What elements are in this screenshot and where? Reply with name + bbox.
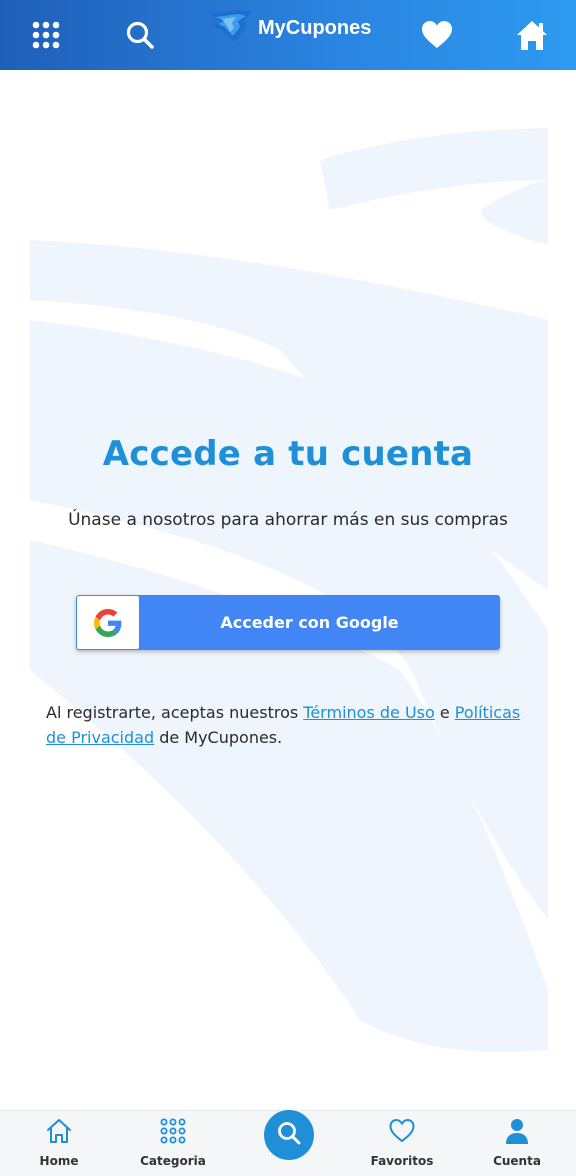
nav-cuenta[interactable]: Cuenta: [472, 1117, 562, 1173]
nav-search-button[interactable]: [264, 1110, 314, 1160]
nav-cuenta-label: Cuenta: [493, 1154, 541, 1168]
legal-suffix: de MyCupones.: [154, 728, 283, 747]
legal-prefix: Al registrarte, aceptas nuestros: [46, 703, 304, 722]
grid-menu-icon[interactable]: [21, 10, 71, 60]
terms-link[interactable]: Términos de Uso: [303, 703, 435, 722]
google-signin-label: Acceder con Google: [220, 613, 399, 632]
home-icon[interactable]: [507, 10, 557, 60]
search-icon: [276, 1120, 302, 1151]
nav-home[interactable]: Home: [14, 1117, 104, 1173]
nav-favoritos[interactable]: Favoritos: [357, 1117, 447, 1173]
nav-favoritos-label: Favoritos: [370, 1154, 434, 1168]
home-icon: [45, 1117, 73, 1150]
background-watermark: [30, 128, 548, 1052]
legal-connector: e: [434, 703, 455, 722]
brand[interactable]: MyCupones: [208, 8, 371, 48]
user-icon: [503, 1117, 531, 1150]
nav-home-label: Home: [39, 1154, 79, 1168]
heart-icon: [388, 1117, 416, 1150]
nav-categoria[interactable]: Categoria: [128, 1117, 218, 1173]
bottom-nav: Home Categoria Favoritos Cuenta: [0, 1110, 576, 1176]
google-signin-button[interactable]: Acceder con Google: [76, 595, 500, 650]
nav-categoria-label: Categoria: [140, 1154, 206, 1168]
brand-name: MyCupones: [258, 16, 372, 39]
heart-icon[interactable]: [412, 10, 462, 60]
grid-icon: [159, 1117, 187, 1150]
search-icon[interactable]: [115, 10, 165, 60]
legal-notice: Al registrarte, aceptas nuestros Término…: [46, 700, 536, 750]
page-title: Accede a tu cuenta: [102, 434, 474, 474]
brand-logo-icon: [208, 8, 254, 49]
top-header: MyCupones: [0, 0, 576, 70]
page-subtitle: Únase a nosotros para ahorrar más en sus…: [68, 510, 508, 530]
google-logo-icon: [77, 596, 139, 649]
